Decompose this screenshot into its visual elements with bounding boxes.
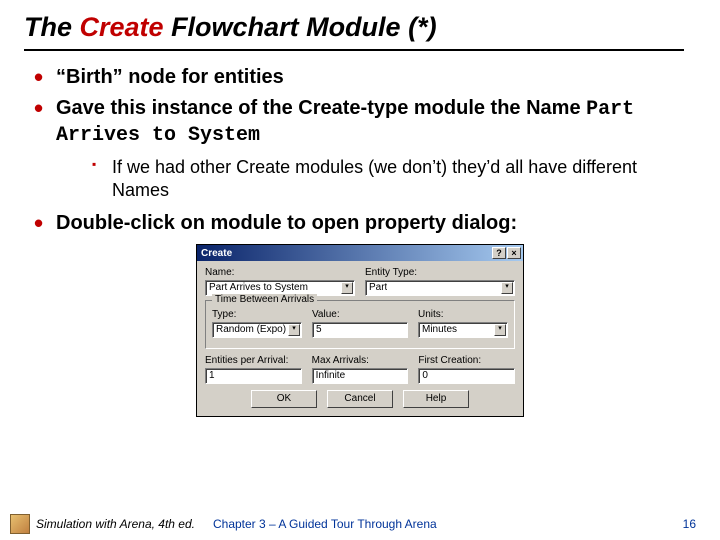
- bullet-2-text: Gave this instance of the Create-type mo…: [56, 97, 586, 119]
- label-type: Type:: [212, 309, 302, 320]
- label-units: Units:: [418, 309, 508, 320]
- close-icon[interactable]: ×: [507, 247, 521, 259]
- tba-legend: Time Between Arrivals: [212, 294, 317, 305]
- title-pre: The: [24, 12, 80, 42]
- book-icon: [10, 514, 30, 534]
- dialog-body: Name: Part Arrives to System ▾ Entity Ty…: [197, 261, 523, 416]
- first-field[interactable]: 0: [418, 368, 515, 384]
- sub-list: If we had other Create modules (we don’t…: [56, 156, 696, 201]
- entity-type-field[interactable]: Part ▾: [365, 280, 515, 296]
- dialog-button-row: OK Cancel Help: [205, 390, 515, 408]
- slide-footer: Simulation with Arena, 4th ed. Chapter 3…: [0, 514, 720, 534]
- footer-page: 16: [683, 517, 696, 531]
- name-value: Part Arrives to System: [209, 281, 308, 295]
- title-post: Flowchart Module (*): [164, 12, 437, 42]
- bullet-list: “Birth” node for entities Gave this inst…: [24, 65, 696, 236]
- dialog-titlebar[interactable]: Create ? ×: [197, 245, 523, 261]
- dialog-title: Create: [201, 248, 232, 259]
- help-button[interactable]: Help: [403, 390, 469, 408]
- sub-bullet-1-text: If we had other Create modules (we don’t…: [112, 157, 637, 200]
- chevron-down-icon[interactable]: ▾: [288, 324, 300, 336]
- entity-type-value: Part: [369, 281, 387, 295]
- label-max: Max Arrivals:: [312, 355, 409, 366]
- label-name: Name:: [205, 267, 355, 278]
- epa-value: 1: [209, 369, 215, 383]
- title-red: Create: [80, 12, 164, 42]
- label-value: Value:: [312, 309, 408, 320]
- epa-field[interactable]: 1: [205, 368, 302, 384]
- help-icon[interactable]: ?: [492, 247, 506, 259]
- max-value: Infinite: [316, 369, 345, 383]
- create-dialog: Create ? × Name: Part Arrives to System …: [196, 244, 524, 417]
- chevron-down-icon[interactable]: ▾: [494, 324, 506, 336]
- value-value: 5: [316, 323, 322, 337]
- footer-left: Simulation with Arena, 4th ed.: [36, 517, 195, 531]
- footer-mid: Chapter 3 – A Guided Tour Through Arena: [213, 517, 683, 531]
- value-field[interactable]: 5: [312, 322, 408, 338]
- label-entity-type: Entity Type:: [365, 267, 515, 278]
- type-field[interactable]: Random (Expo) ▾: [212, 322, 302, 338]
- sub-bullet-1: If we had other Create modules (we don’t…: [92, 156, 696, 201]
- bullet-2: Gave this instance of the Create-type mo…: [28, 96, 696, 201]
- bullet-1: “Birth” node for entities: [28, 65, 696, 90]
- cancel-button[interactable]: Cancel: [327, 390, 393, 408]
- chevron-down-icon[interactable]: ▾: [501, 282, 513, 294]
- title-divider: [24, 49, 684, 51]
- bullet-3-text: Double-click on module to open property …: [56, 212, 517, 234]
- label-first: First Creation:: [418, 355, 515, 366]
- first-value: 0: [422, 369, 428, 383]
- max-field[interactable]: Infinite: [312, 368, 409, 384]
- chevron-down-icon[interactable]: ▾: [341, 282, 353, 294]
- bullet-3: Double-click on module to open property …: [28, 211, 696, 236]
- bullet-1-text: “Birth” node for entities: [56, 66, 284, 88]
- tba-group: Time Between Arrivals Type: Random (Expo…: [205, 300, 515, 349]
- label-epa: Entities per Arrival:: [205, 355, 302, 366]
- units-value: Minutes: [422, 323, 457, 337]
- type-value: Random (Expo): [216, 323, 286, 337]
- page-title: The Create Flowchart Module (*): [24, 12, 696, 43]
- units-field[interactable]: Minutes ▾: [418, 322, 508, 338]
- ok-button[interactable]: OK: [251, 390, 317, 408]
